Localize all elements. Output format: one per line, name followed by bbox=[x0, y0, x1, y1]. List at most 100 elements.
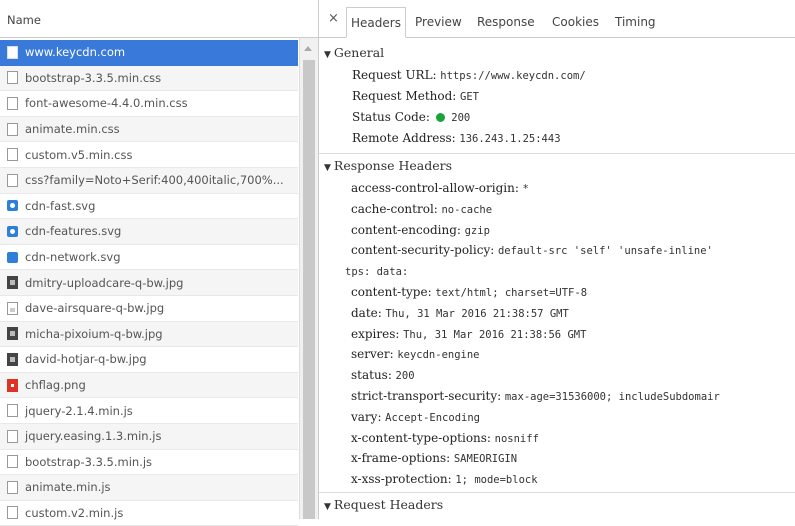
response-header-name: date: bbox=[351, 305, 382, 320]
response-header-name: status: bbox=[351, 368, 392, 383]
photo-icon bbox=[7, 352, 18, 366]
request-file-name: jquery-2.1.4.min.js bbox=[25, 403, 133, 418]
response-header-name: content-security-policy: bbox=[351, 243, 495, 258]
tab-headers[interactable]: Headers bbox=[346, 7, 406, 38]
document-icon bbox=[7, 71, 18, 85]
request-list-item[interactable]: animate.min.js bbox=[0, 475, 298, 501]
response-header-name: server: bbox=[351, 347, 394, 362]
photo-icon bbox=[7, 276, 18, 290]
document-icon bbox=[7, 122, 18, 136]
request-file-name: cdn-fast.svg bbox=[25, 198, 96, 213]
request-file-name: css?family=Noto+Serif:400,400italic,700%… bbox=[25, 173, 284, 188]
request-list-item[interactable]: bootstrap-3.3.5.min.css bbox=[0, 65, 298, 92]
response-header-row: access-control-allow-origin: * bbox=[351, 181, 529, 195]
tab-timing[interactable]: Timing bbox=[611, 7, 660, 38]
response-header-row: status: 200 bbox=[351, 368, 415, 382]
request-list-item[interactable]: chflag.png bbox=[0, 372, 298, 399]
request-list-scrollbar[interactable] bbox=[299, 38, 318, 519]
request-file-name: animate.min.js bbox=[25, 480, 111, 495]
request-file-name: cdn-features.svg bbox=[25, 224, 122, 239]
request-headers-section-header[interactable]: ▼ Request Headers bbox=[324, 497, 443, 512]
request-list-item[interactable]: css?family=Noto+Serif:400,400italic,700%… bbox=[0, 167, 298, 194]
network-request-list-panel: Name www.keycdn.com bootstrap-3.3.5.min.c… bbox=[0, 0, 318, 526]
response-headers-section-header[interactable]: ▼ Response Headers bbox=[324, 158, 452, 173]
response-header-name: strict-transport-security: bbox=[351, 389, 502, 403]
request-file-name: cdn-network.svg bbox=[25, 250, 121, 265]
request-file-name: dmitry-uploadcare-q-bw.jpg bbox=[25, 275, 184, 290]
request-list-item[interactable]: font-awesome-4.4.0.min.css bbox=[0, 91, 298, 117]
response-header-value: gzip bbox=[464, 224, 490, 237]
document-icon bbox=[7, 455, 18, 469]
request-file-name: david-hotjar-q-bw.jpg bbox=[25, 352, 147, 367]
response-header-value: keycdn-engine bbox=[397, 349, 480, 362]
request-file-name: bootstrap-3.3.5.min.css bbox=[25, 70, 162, 85]
response-header-row: tps: data: bbox=[345, 264, 408, 278]
request-list-item[interactable]: cdn-features.svg bbox=[0, 219, 298, 245]
collapse-triangle-icon: ▼ bbox=[324, 50, 331, 60]
photo-icon bbox=[7, 327, 18, 341]
name-column-header[interactable]: Name bbox=[0, 0, 318, 38]
response-header-row: cache-control: no-cache bbox=[351, 202, 492, 216]
request-list-item[interactable]: www.keycdn.com bbox=[0, 40, 298, 66]
request-list-item[interactable]: bootstrap-3.3.5.min.js bbox=[0, 450, 298, 476]
response-header-value: no-cache bbox=[441, 203, 493, 216]
response-header-row: x-frame-options: SAMEORIGIN bbox=[351, 451, 517, 465]
request-list-item[interactable]: cdn-network.svg bbox=[0, 245, 298, 271]
collapse-triangle-icon: ▼ bbox=[324, 502, 331, 512]
request-list-item[interactable]: animate.min.css bbox=[0, 116, 298, 143]
response-header-row: x-xss-protection: 1; mode=block bbox=[351, 472, 538, 486]
document-icon bbox=[7, 429, 18, 443]
general-section-header[interactable]: ▼ General bbox=[324, 45, 384, 60]
request-list-item[interactable]: dave-airsquare-q-bw.jpg bbox=[0, 296, 298, 322]
remote-address-row: Remote Address: 136.243.1.25:443 bbox=[352, 131, 561, 145]
response-header-name: content-encoding: bbox=[351, 222, 461, 237]
request-url-value: https://www.keycdn.com/ bbox=[440, 70, 586, 82]
response-headers-section-title: Response Headers bbox=[333, 158, 453, 173]
request-file-name: font-awesome-4.4.0.min.css bbox=[25, 96, 188, 111]
scroll-up-arrow-icon[interactable] bbox=[304, 46, 312, 51]
response-header-value: SAMEORIGIN bbox=[453, 453, 518, 466]
request-file-name: dave-airsquare-q-bw.jpg bbox=[25, 301, 165, 316]
details-tab-bar: × Headers Preview Response Cookies Timin… bbox=[319, 0, 795, 38]
close-icon[interactable]: × bbox=[328, 11, 339, 26]
scrollbar-thumb[interactable] bbox=[303, 60, 315, 519]
request-file-name: chflag.png bbox=[25, 378, 86, 393]
document-icon bbox=[7, 480, 18, 494]
response-header-row: x-content-type-options: nosniff bbox=[351, 431, 539, 445]
request-file-name: custom.v2.min.js bbox=[25, 505, 124, 520]
request-headers-section-title: Request Headers bbox=[333, 497, 444, 512]
remote-address-label: Remote Address: bbox=[352, 131, 456, 145]
request-list-item[interactable]: micha-pixoium-q-bw.jpg bbox=[0, 321, 298, 348]
request-list-item[interactable]: custom.v2.min.js bbox=[0, 501, 298, 526]
response-header-value: Accept-Encoding bbox=[385, 411, 480, 424]
request-list-item[interactable]: dmitry-uploadcare-q-bw.jpg bbox=[0, 270, 298, 296]
remote-address-value: 136.243.1.25:443 bbox=[459, 133, 561, 145]
request-method-value: GET bbox=[460, 91, 479, 103]
response-header-value: max-age=31536000; includeSubdomair bbox=[504, 391, 720, 403]
request-file-name: custom.v5.min.css bbox=[25, 147, 133, 162]
response-header-row: strict-transport-security: max-age=31536… bbox=[351, 389, 720, 403]
document-icon bbox=[7, 96, 18, 110]
flag-image-icon bbox=[7, 378, 18, 392]
response-header-row: vary: Accept-Encoding bbox=[351, 410, 480, 424]
tab-preview[interactable]: Preview bbox=[411, 7, 466, 38]
response-header-name: access-control-allow-origin: bbox=[351, 181, 519, 195]
section-divider bbox=[319, 153, 795, 154]
response-header-row: expires: Thu, 31 Mar 2016 21:38:56 GMT bbox=[351, 327, 586, 341]
request-list-item[interactable]: david-hotjar-q-bw.jpg bbox=[0, 347, 298, 373]
status-code-row: Status Code: 200 bbox=[352, 110, 470, 124]
response-header-name: x-content-type-options: bbox=[351, 430, 491, 445]
tab-cookies[interactable]: Cookies bbox=[548, 7, 603, 38]
name-column-label: Name bbox=[7, 13, 41, 27]
document-icon bbox=[7, 148, 18, 162]
request-url-label: Request URL: bbox=[352, 68, 437, 82]
request-list-item[interactable]: custom.v5.min.css bbox=[0, 142, 298, 168]
request-list-item[interactable]: jquery.easing.1.3.min.js bbox=[0, 423, 298, 450]
section-divider bbox=[319, 492, 795, 493]
status-code-value: 200 bbox=[451, 112, 471, 124]
response-header-value: * bbox=[522, 183, 529, 195]
request-list-item[interactable]: cdn-fast.svg bbox=[0, 194, 298, 220]
request-list-item[interactable]: jquery-2.1.4.min.js bbox=[0, 398, 298, 424]
status-code-label: Status Code: bbox=[352, 110, 430, 124]
tab-response[interactable]: Response bbox=[473, 7, 539, 38]
